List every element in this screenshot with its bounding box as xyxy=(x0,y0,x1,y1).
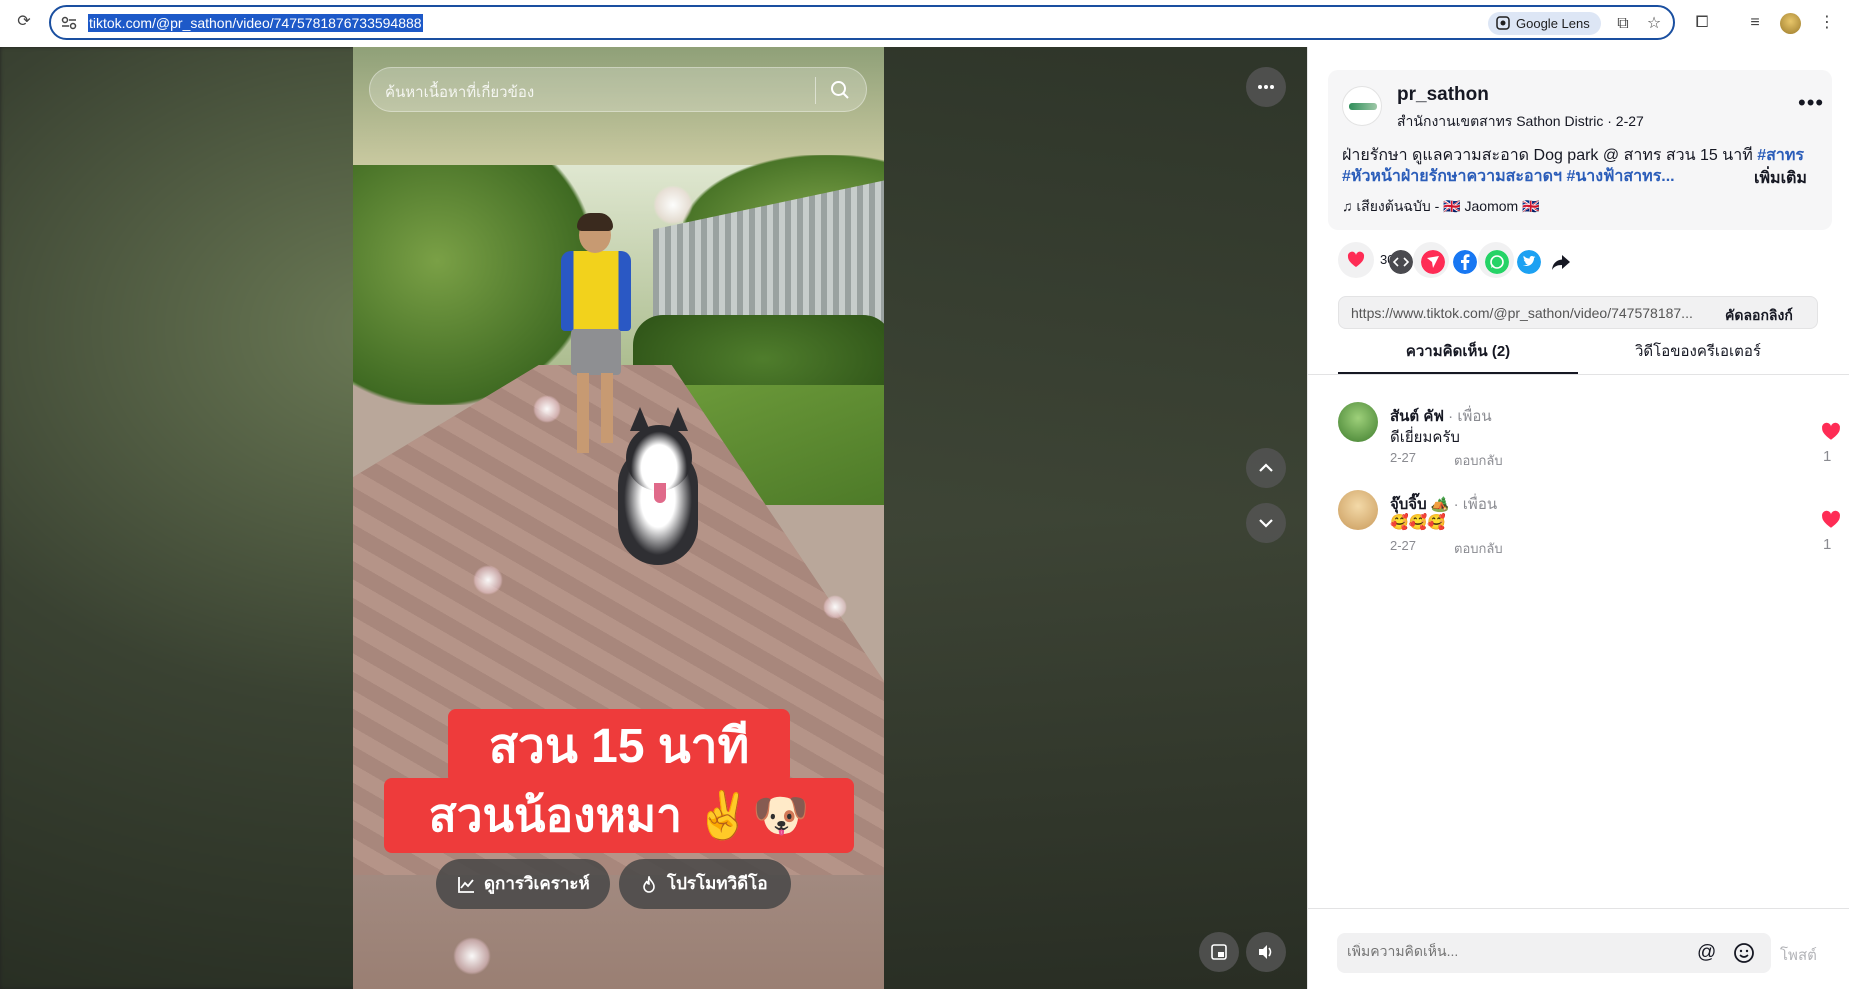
flame-icon xyxy=(643,876,655,893)
chevron-up-icon xyxy=(1259,463,1273,472)
post-info-card: pr_sathon สำนักงานเขตสาทร Sathon Distric… xyxy=(1328,70,1832,230)
bookmark-star-icon[interactable]: ☆ xyxy=(1644,14,1664,34)
post-more-icon[interactable]: ••• xyxy=(1798,90,1824,116)
search-placeholder: ค้นหาเนื้อหาที่เกี่ยวข้อง xyxy=(385,84,535,101)
comment-heart-icon[interactable] xyxy=(1821,510,1841,530)
post-comment-button[interactable]: โพสต์ xyxy=(1780,943,1817,967)
lens-icon xyxy=(1496,16,1510,30)
post-description: ฝ่ายรักษา ดูแลความสะอาด Dog park @ สาทร … xyxy=(1342,147,1804,185)
commenter-relation: · เพื่อน xyxy=(1443,408,1492,425)
tab-creator-videos[interactable]: วิดีโอของครีเอเตอร์ xyxy=(1578,330,1818,374)
lens-label: Google Lens xyxy=(1516,16,1590,31)
details-panel: pr_sathon สำนักงานเขตสาทร Sathon Distric… xyxy=(1307,47,1849,989)
commenter-relation: · เพื่อน xyxy=(1449,496,1498,513)
commenter-avatar[interactable] xyxy=(1338,490,1378,530)
install-app-icon[interactable]: ⧉ xyxy=(1613,14,1633,34)
more-options-button[interactable] xyxy=(1246,67,1286,107)
comment-like-count: 1 xyxy=(1823,448,1832,465)
reload-icon[interactable]: ⟳ xyxy=(14,12,34,32)
comment-composer[interactable]: @ xyxy=(1337,933,1771,973)
commenter-name[interactable]: จุ๊บจิ๊บ 🏕️ xyxy=(1390,496,1449,513)
analytics-chart-icon xyxy=(458,877,474,893)
tab-comments[interactable]: ความคิดเห็น (2) xyxy=(1338,330,1578,374)
like-button[interactable] xyxy=(1338,242,1374,278)
google-lens-chip[interactable]: Google Lens xyxy=(1488,12,1601,35)
share-arrow-icon[interactable] xyxy=(1549,250,1573,274)
twitter-share-icon[interactable] xyxy=(1517,250,1541,274)
see-more-button[interactable]: เพิ่มเติม xyxy=(1754,166,1807,191)
husky-dog xyxy=(608,405,708,575)
facebook-share-icon[interactable] xyxy=(1453,250,1477,274)
comment-like-count: 1 xyxy=(1823,536,1832,553)
hashtag-link[interactable]: #นางฟ้าสาทร... xyxy=(1566,168,1674,185)
comment-item: จุ๊บจิ๊บ 🏕️ · เพื่อน 🥰🥰🥰 2-27 ตอบกลับ 1 xyxy=(1338,490,1840,570)
send-to-friends-icon[interactable] xyxy=(1421,250,1445,274)
author-avatar[interactable] xyxy=(1342,86,1382,126)
reply-button[interactable]: ตอบกลับ xyxy=(1454,450,1503,471)
browser-menu-icon[interactable]: ⋮ xyxy=(1816,12,1838,34)
extensions-icon[interactable]: ⧠ xyxy=(1691,12,1713,34)
speaker-icon xyxy=(1259,945,1272,959)
video-link-text[interactable]: https://www.tiktok.com/@pr_sathon/video/… xyxy=(1351,305,1693,321)
previous-video-button[interactable] xyxy=(1246,448,1286,488)
heart-icon xyxy=(1347,251,1365,267)
comment-text: 🥰🥰🥰 xyxy=(1390,514,1447,531)
blurred-backdrop-right xyxy=(880,47,1307,989)
address-bar[interactable]: tiktok.com/@pr_sathon/video/747578187673… xyxy=(49,5,1675,40)
reply-button[interactable]: ตอบกลับ xyxy=(1454,538,1503,559)
whatsapp-share-icon[interactable] xyxy=(1485,250,1509,274)
browser-toolbar: ⟳ tiktok.com/@pr_sathon/video/7475781876… xyxy=(0,0,1849,47)
comment-input[interactable] xyxy=(1347,943,1677,959)
video-stage: ค้นหาเนื้อหาที่เกี่ยวข้อง สวน 15 นาที สว… xyxy=(0,47,1307,989)
floating-player-button[interactable] xyxy=(1199,932,1239,972)
volume-button[interactable] xyxy=(1246,932,1286,972)
search-icon[interactable] xyxy=(830,80,850,100)
more-dots-icon xyxy=(1258,85,1274,89)
author-name[interactable]: pr_sathon xyxy=(1397,84,1489,106)
embed-share-icon[interactable] xyxy=(1389,250,1413,274)
comment-heart-icon[interactable] xyxy=(1821,422,1841,442)
view-analytics-button[interactable]: ดูการวิเคราะห์ xyxy=(436,859,610,909)
media-controls-icon[interactable]: ≡ xyxy=(1744,12,1766,34)
video-caption-line1: สวน 15 นาที xyxy=(448,709,790,784)
url-text[interactable]: tiktok.com/@pr_sathon/video/747578187673… xyxy=(88,14,423,32)
next-video-button[interactable] xyxy=(1246,503,1286,543)
mention-icon[interactable]: @ xyxy=(1697,942,1716,964)
music-link[interactable]: ♫ เสียงต้นฉบับ - 🇬🇧 Jaomom 🇬🇧 xyxy=(1342,196,1540,218)
commenter-name[interactable]: สันต์ คัฟ xyxy=(1390,408,1444,425)
hashtag-link[interactable]: #หัวหน้าฝ่ายรักษาความสะอาดฯ xyxy=(1342,168,1562,185)
hashtag-link[interactable]: #สาทร xyxy=(1757,147,1804,164)
emoji-icon[interactable] xyxy=(1733,942,1755,964)
commenter-avatar[interactable] xyxy=(1338,402,1378,442)
related-search-bar[interactable]: ค้นหาเนื้อหาที่เกี่ยวข้อง xyxy=(369,67,867,112)
pip-icon xyxy=(1211,944,1227,960)
video-caption-line2: สวนน้องหมา ✌️🐶 xyxy=(384,778,854,853)
tune-icon[interactable] xyxy=(60,14,78,32)
author-subtitle: สำนักงานเขตสาทร Sathon Distric · 2-27 xyxy=(1397,113,1644,129)
comment-date: 2-27 xyxy=(1390,538,1417,553)
comment-item: สันต์ คัฟ · เพื่อน ดีเยี่ยมครับ 2-27 ตอบ… xyxy=(1338,402,1840,482)
comment-date: 2-27 xyxy=(1390,450,1417,465)
chevron-down-icon xyxy=(1259,519,1273,528)
video-link-box: https://www.tiktok.com/@pr_sathon/video/… xyxy=(1338,296,1818,329)
profile-avatar[interactable] xyxy=(1780,13,1801,34)
promote-video-button[interactable]: โปรโมทวิดีโอ xyxy=(619,859,791,909)
copy-link-button[interactable]: คัดลอกลิงก์ xyxy=(1725,305,1793,327)
comment-text: ดีเยี่ยมครับ xyxy=(1390,429,1460,446)
